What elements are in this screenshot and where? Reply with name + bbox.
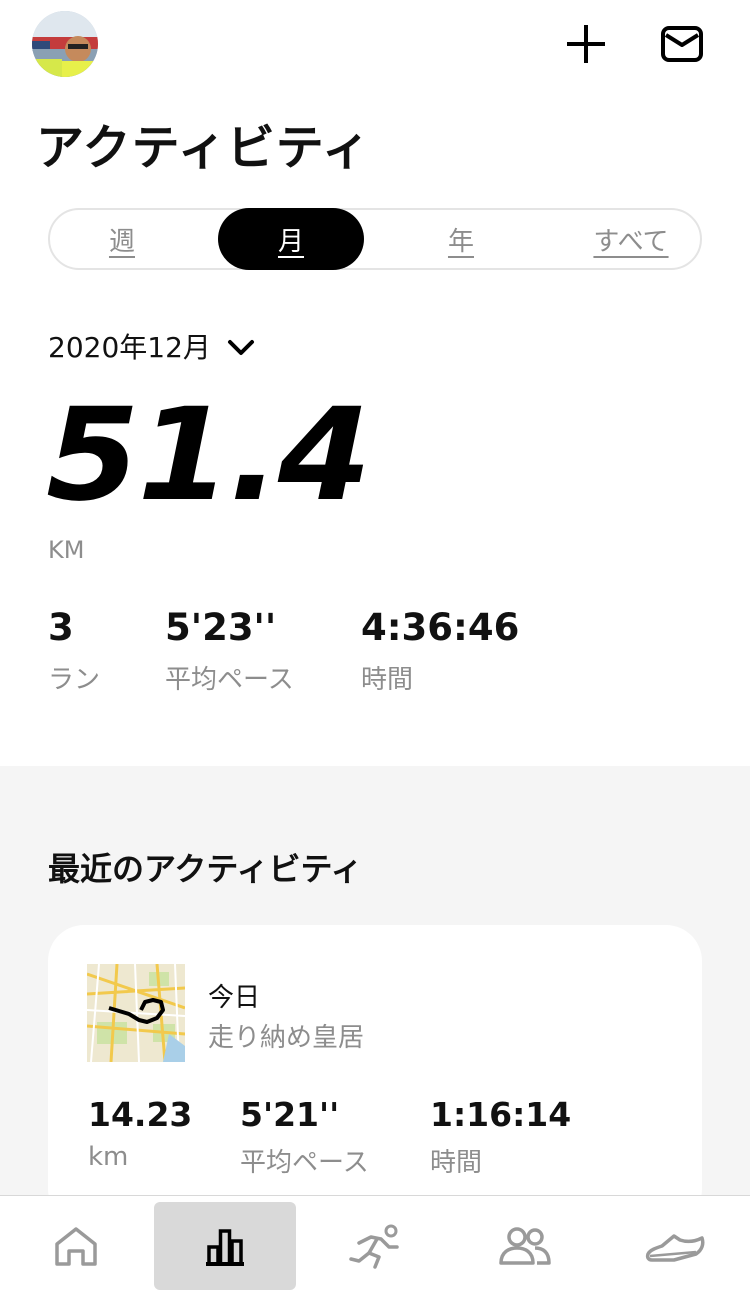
tab-community[interactable] [454, 1202, 596, 1290]
runs-value: 3 [48, 606, 74, 649]
segment-month[interactable]: 月 [218, 208, 364, 270]
runs-stat: 3 ラン [48, 606, 100, 696]
period-segmented-control: 週 月 年 すべて [48, 208, 702, 270]
shoe-icon [645, 1234, 705, 1262]
run-club-icon [349, 1224, 399, 1269]
time-stat: 4:36:46 時間 [361, 606, 519, 696]
segment-all[interactable]: すべて [570, 210, 692, 268]
activity-distance-unit: km [88, 1142, 129, 1172]
activity-time-value: 1:16:14 [430, 1095, 572, 1134]
pace-stat: 5'23'' 平均ペース [165, 606, 294, 696]
mail-icon [661, 26, 703, 62]
pace-label: 平均ペース [165, 665, 294, 695]
activity-time-stat: 1:16:14 時間 [430, 1095, 571, 1179]
period-label: 2020年12月 [48, 331, 211, 364]
runs-label: ラン [48, 665, 101, 695]
segment-week[interactable]: 週 [70, 210, 174, 268]
tab-activity[interactable] [154, 1202, 296, 1290]
inbox-button[interactable] [656, 18, 708, 70]
community-icon [499, 1227, 551, 1265]
total-distance-value: 51.4 [46, 381, 371, 530]
route-map-image [87, 964, 185, 1062]
route-map-thumbnail [87, 964, 185, 1062]
activity-time-label: 時間 [430, 1148, 483, 1178]
avatar-photo [32, 11, 98, 77]
activity-pace-value: 5'21'' [240, 1095, 340, 1134]
period-selector[interactable]: 2020年12月 [48, 326, 255, 366]
activity-pace-label: 平均ペース [240, 1148, 369, 1178]
time-value: 4:36:46 [361, 606, 520, 649]
activity-distance-value: 14.23 [88, 1095, 193, 1134]
activity-distance-stat: 14.23 km [88, 1095, 192, 1172]
tab-run[interactable] [304, 1202, 446, 1290]
total-distance-unit: KM [48, 536, 85, 564]
home-icon [55, 1227, 97, 1266]
activity-date: 今日 [208, 983, 261, 1013]
segment-year[interactable]: 年 [408, 210, 514, 268]
add-button[interactable] [560, 18, 612, 70]
time-label: 時間 [361, 665, 414, 695]
activity-card[interactable]: 今日 走り納め皇居 14.23 km 5'21'' 平均ペース 1:16:14 … [48, 925, 702, 1225]
activity-pace-stat: 5'21'' 平均ペース [240, 1095, 369, 1179]
plus-icon [567, 25, 605, 63]
recent-activities-title: 最近のアクティビティ [48, 850, 363, 888]
tab-home[interactable] [5, 1202, 147, 1290]
chevron-down-icon [227, 340, 254, 355]
user-avatar[interactable] [32, 11, 98, 77]
bottom-tab-bar [0, 1195, 750, 1294]
activity-chart-icon [206, 1229, 244, 1266]
tab-shoes[interactable] [604, 1202, 746, 1290]
page-title: アクティビティ [36, 120, 371, 176]
activity-name: 走り納め皇居 [208, 1023, 365, 1053]
pace-value: 5'23'' [165, 606, 277, 649]
